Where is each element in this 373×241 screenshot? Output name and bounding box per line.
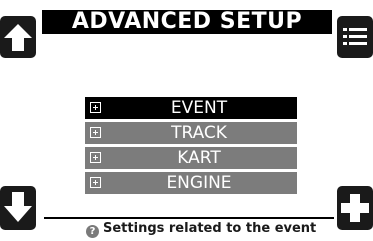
status-text: Settings related to the event	[103, 221, 317, 236]
expand-plus-icon	[90, 177, 101, 188]
menu-item-track[interactable]: TRACK	[85, 122, 297, 144]
plus-icon	[341, 194, 369, 222]
menu-item-kart[interactable]: KART	[85, 147, 297, 169]
scroll-up-button[interactable]	[0, 16, 36, 58]
menu-item-label: TRACK	[171, 123, 227, 143]
add-button[interactable]	[337, 186, 373, 230]
arrow-down-icon	[4, 192, 32, 222]
page-title: ADVANCED SETUP	[42, 10, 332, 34]
expand-plus-icon	[90, 152, 101, 163]
menu-item-label: KART	[177, 148, 221, 168]
expand-plus-icon	[90, 102, 101, 113]
menu-item-label: ENGINE	[166, 173, 232, 193]
menu-button[interactable]	[337, 16, 373, 58]
status-hint: ? Settings related to the event	[86, 220, 316, 238]
expand-plus-icon	[90, 127, 101, 138]
setup-menu: EVENT TRACK KART ENGINE	[85, 97, 297, 197]
list-menu-icon	[343, 28, 367, 45]
menu-item-event[interactable]: EVENT	[85, 97, 297, 119]
help-icon: ?	[86, 225, 99, 238]
arrow-up-icon	[4, 24, 32, 51]
status-divider	[44, 217, 334, 219]
scroll-down-button[interactable]	[0, 186, 36, 230]
device-screen: ADVANCED SETUP EVENT TRACK KART ENGINE ?…	[0, 0, 373, 241]
menu-item-engine[interactable]: ENGINE	[85, 172, 297, 194]
menu-item-label: EVENT	[170, 98, 228, 118]
